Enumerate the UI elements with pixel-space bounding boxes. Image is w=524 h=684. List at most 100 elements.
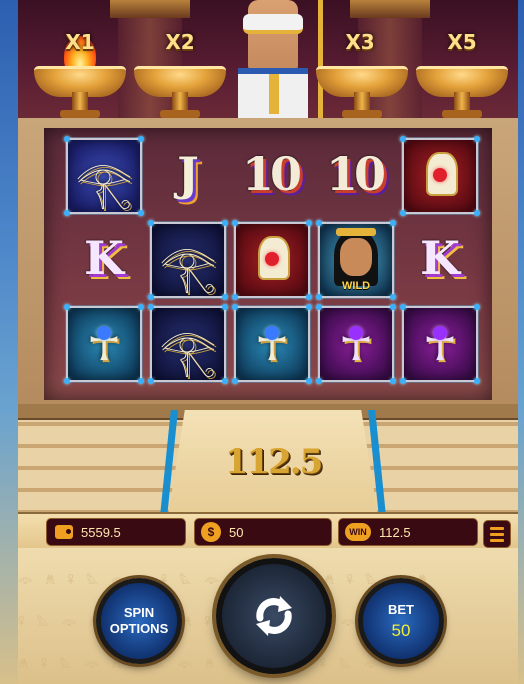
queen-top	[243, 14, 303, 34]
win-amount-display: 112.5	[224, 442, 323, 482]
corner-jewel-icon	[316, 378, 322, 384]
corner-jewel-icon	[138, 136, 144, 142]
corner-jewel-icon	[232, 220, 238, 226]
hamburger-menu-icon	[490, 532, 504, 536]
reel-cell: 𓂀	[148, 220, 228, 300]
brazier-x5	[416, 66, 508, 118]
corner-jewel-icon	[400, 210, 406, 216]
corner-jewel-icon	[400, 136, 406, 142]
reel-cell: 10	[318, 138, 390, 210]
corner-jewel-icon	[64, 136, 70, 142]
reel-frame: 𓂀 J 10 10 K 𓂀 WILD K ☥ 𓂀 ☥ ☥ ☥	[18, 118, 518, 408]
bet-button-value: 50	[391, 620, 411, 640]
multiplier-label-x3: X3	[345, 30, 375, 54]
corner-jewel-icon	[316, 294, 322, 300]
corner-jewel-icon	[222, 220, 228, 226]
corner-jewel-icon	[306, 220, 312, 226]
reel-cell: ☥	[232, 304, 312, 384]
reel-cell: ☥	[64, 304, 144, 384]
corner-jewel-icon	[64, 304, 70, 310]
brazier-stand	[172, 92, 188, 112]
refresh-arrows-icon	[256, 596, 292, 636]
gem-icon	[265, 326, 279, 340]
balance-value: 5559.5	[81, 524, 121, 540]
bet-value: 50	[229, 524, 244, 540]
gem-icon	[433, 326, 447, 340]
corner-jewel-icon	[390, 294, 396, 300]
corner-jewel-icon	[138, 378, 144, 384]
pillar-cap	[110, 0, 190, 18]
corner-jewel-icon	[222, 304, 228, 310]
balance-field: 5559.5	[46, 518, 186, 546]
win-badge-icon: WIN	[345, 523, 371, 541]
gem-icon	[97, 326, 111, 340]
symbol-j: J	[177, 147, 199, 201]
portrait-crown	[336, 228, 376, 236]
symbol-k: K	[420, 231, 460, 285]
reel-cell: WILD	[316, 220, 396, 300]
reel-cell: 10	[234, 138, 306, 210]
corner-jewel-icon	[148, 378, 154, 384]
reel-cell: 𓂀	[148, 304, 228, 384]
corner-jewel-icon	[232, 294, 238, 300]
brazier-x3	[316, 66, 408, 118]
wallet-icon	[55, 525, 73, 539]
corner-jewel-icon	[316, 304, 322, 310]
reel-cell: 𓂀	[64, 136, 144, 216]
corner-jewel-icon	[316, 220, 322, 226]
brazier-base	[60, 110, 100, 118]
reel-cell: ☥	[316, 304, 396, 384]
corner-jewel-icon	[474, 210, 480, 216]
gem-icon	[433, 168, 447, 182]
corner-jewel-icon	[306, 294, 312, 300]
coin-icon: $	[201, 522, 221, 542]
spin-button[interactable]	[216, 558, 332, 674]
brazier-stand	[354, 92, 370, 112]
corner-jewel-icon	[474, 378, 480, 384]
corner-jewel-icon	[306, 304, 312, 310]
temple-header: X1 X2 X3 X5	[18, 0, 518, 124]
queen-belt	[269, 74, 279, 114]
corner-jewel-icon	[64, 378, 70, 384]
reel-cell: ☥	[400, 304, 480, 384]
brazier-x1	[34, 36, 126, 118]
brazier-base	[442, 110, 482, 118]
brazier-stand	[72, 92, 88, 112]
spin-options-button[interactable]: SPIN OPTIONS	[96, 578, 182, 664]
status-bar: 5559.5 $ 50 WIN 112.5	[18, 512, 518, 550]
control-panel: 𓂀 𓆣 𓋹 𓅓 𓂀 𓆣 𓋹 𓅓 𓂀 𓆣 𓋹 𓅓 𓂀 𓆣 𓋹 𓅓 𓂀 𓆣 𓋹 𓅓 …	[18, 548, 518, 684]
eye-of-horus-icon: 𓂀	[159, 240, 217, 294]
reel-grid: 𓂀 J 10 10 K 𓂀 WILD K ☥ 𓂀 ☥ ☥ ☥	[44, 128, 492, 400]
eye-of-horus-icon: 𓂀	[75, 156, 133, 210]
bet-field: $ 50	[194, 518, 332, 546]
brazier-stand	[454, 92, 470, 112]
portrait-face	[340, 238, 372, 276]
corner-jewel-icon	[232, 304, 238, 310]
brazier-base	[160, 110, 200, 118]
menu-button[interactable]	[483, 520, 511, 548]
pillar-cap	[350, 0, 430, 18]
hamburger-menu-icon	[490, 526, 504, 530]
corner-jewel-icon	[222, 378, 228, 384]
corner-jewel-icon	[138, 210, 144, 216]
gem-icon	[265, 252, 279, 266]
eye-of-horus-icon: 𓂀	[159, 324, 217, 378]
slot-game: X1 X2 X3 X5 𓂀 J 10 10 K 𓂀 WILD K ☥ 𓂀 ☥ ☥ ☥ 112.5 555…	[18, 0, 518, 684]
gem-icon	[349, 326, 363, 340]
corner-jewel-icon	[148, 220, 154, 226]
hamburger-menu-icon	[490, 538, 504, 542]
brazier-x2	[134, 66, 226, 118]
symbol-10: 10	[241, 147, 302, 201]
multiplier-label-x2: X2	[165, 30, 195, 54]
corner-jewel-icon	[306, 378, 312, 384]
corner-jewel-icon	[390, 304, 396, 310]
corner-jewel-icon	[64, 210, 70, 216]
brazier-base	[342, 110, 382, 118]
bet-button[interactable]: BET 50	[358, 578, 444, 664]
corner-jewel-icon	[390, 378, 396, 384]
corner-jewel-icon	[232, 378, 238, 384]
symbol-k: K	[84, 231, 124, 285]
bet-label: BET	[388, 601, 414, 617]
reel-cell: K	[66, 222, 138, 294]
symbol-10: 10	[325, 147, 386, 201]
